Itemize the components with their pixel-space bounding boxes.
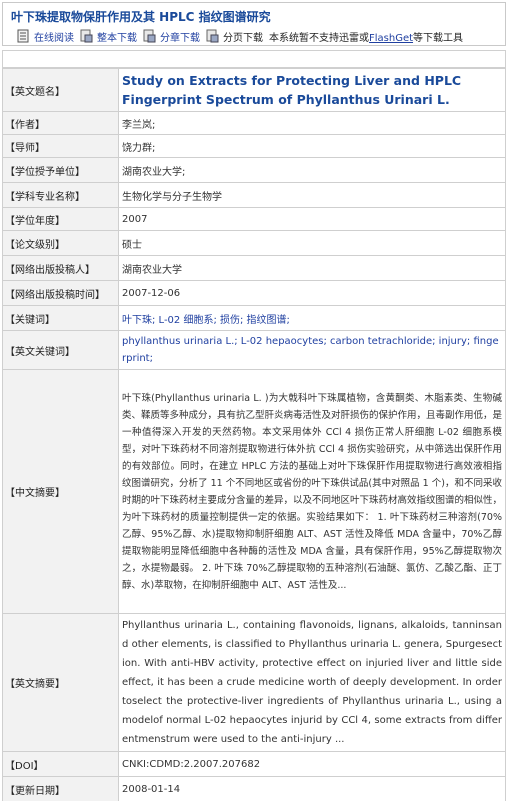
chapter-download-button[interactable]: 分章下载	[143, 29, 200, 44]
document-icon	[17, 29, 29, 43]
table-row: 【英文摘要】 Phyllanthus urinaria L., containi…	[2, 613, 506, 752]
full-download-button[interactable]: 整本下载	[80, 29, 137, 44]
divider-bar	[2, 50, 506, 68]
full-download-label: 整本下载	[97, 32, 137, 44]
table-row: 【关键词】 叶下珠; L-02 细胞系; 损伤; 指纹图谱;	[2, 305, 506, 331]
field-label: 【学科专业名称】	[2, 182, 119, 208]
field-label: 【作者】	[2, 111, 119, 135]
field-label: 【导师】	[2, 134, 119, 158]
submitter-value: 湖南农业大学	[118, 255, 506, 281]
download-icon	[80, 29, 93, 43]
degree-unit-value: 湖南农业大学;	[118, 157, 506, 183]
page-download-button[interactable]: 分页下载	[206, 29, 263, 44]
field-label: 【学位年度】	[2, 207, 119, 231]
field-label: 【英文关键词】	[2, 330, 119, 370]
article-header: 叶下珠提取物保肝作用及其 HPLC 指纹图谱研究 在线阅读 整本下载 分章下载	[2, 2, 506, 46]
notice-prefix: 本系统暂不支持迅雷或	[269, 32, 369, 44]
english-title-value: Study on Extracts for Protecting Liver a…	[118, 68, 506, 112]
download-icon	[206, 29, 219, 43]
field-label: 【英文题名】	[2, 68, 119, 112]
table-row: 【网络出版投稿时间】 2007-12-06	[2, 280, 506, 306]
degree-year-value: 2007	[118, 207, 506, 231]
field-label: 【关键词】	[2, 305, 119, 331]
flashget-link[interactable]: FlashGet	[369, 33, 413, 44]
chapter-download-label: 分章下载	[160, 32, 200, 44]
field-label: 【DOI】	[2, 751, 119, 777]
submit-time-value: 2007-12-06	[118, 280, 506, 306]
author-value: 李兰岚;	[118, 111, 506, 135]
chinese-abstract-value: 叶下珠(Phyllanthus urinaria L. )为大戟科叶下珠属植物，…	[118, 369, 506, 614]
advisor-value: 饶力群;	[118, 134, 506, 158]
table-row: 【论文级别】 硕士	[2, 230, 506, 256]
page-title: 叶下珠提取物保肝作用及其 HPLC 指纹图谱研究	[11, 10, 271, 24]
download-icon	[143, 29, 156, 43]
doi-value: CNKI:CDMD:2.2007.207682	[118, 751, 506, 777]
online-read-label: 在线阅读	[34, 32, 74, 44]
field-label: 【更新日期】	[2, 776, 119, 801]
table-row: 【更新日期】 2008-01-14	[2, 776, 506, 801]
field-label: 【网络出版投稿人】	[2, 255, 119, 281]
field-label: 【论文级别】	[2, 230, 119, 256]
field-label: 【英文摘要】	[2, 613, 119, 752]
table-row: 【英文关键词】 phyllanthus urinaria L.; L-02 he…	[2, 330, 506, 370]
field-label: 【学位授予单位】	[2, 157, 119, 183]
metadata-table: 【英文题名】 Study on Extracts for Protecting …	[2, 68, 506, 801]
table-row: 【DOI】 CNKI:CDMD:2.2007.207682	[2, 751, 506, 777]
page-download-label: 分页下载	[223, 32, 263, 44]
thesis-level-value: 硕士	[118, 230, 506, 256]
notice-suffix: 等下载工具	[413, 32, 464, 44]
table-row: 【导师】 饶力群;	[2, 134, 506, 158]
table-row: 【学科专业名称】 生物化学与分子生物学	[2, 182, 506, 208]
field-label: 【中文摘要】	[2, 369, 119, 614]
online-read-button[interactable]: 在线阅读	[17, 29, 74, 44]
english-keywords-value[interactable]: phyllanthus urinaria L.; L-02 hepaocytes…	[118, 330, 506, 370]
download-toolbar: 在线阅读 整本下载 分章下载 分页下载 本系统暂不支持迅雷或FlashGet等下…	[17, 28, 463, 44]
table-row: 【中文摘要】 叶下珠(Phyllanthus urinaria L. )为大戟科…	[2, 369, 506, 614]
update-date-value: 2008-01-14	[118, 776, 506, 801]
table-row: 【网络出版投稿人】 湖南农业大学	[2, 255, 506, 281]
field-label: 【网络出版投稿时间】	[2, 280, 119, 306]
table-row: 【学位年度】 2007	[2, 207, 506, 231]
keywords-value[interactable]: 叶下珠; L-02 细胞系; 损伤; 指纹图谱;	[118, 305, 506, 331]
major-value: 生物化学与分子生物学	[118, 182, 506, 208]
english-abstract-value: Phyllanthus urinaria L., containing flav…	[118, 613, 506, 752]
table-row: 【学位授予单位】 湖南农业大学;	[2, 157, 506, 183]
table-row: 【英文题名】 Study on Extracts for Protecting …	[2, 68, 506, 112]
table-row: 【作者】 李兰岚;	[2, 111, 506, 135]
download-notice: 本系统暂不支持迅雷或FlashGet等下载工具	[269, 29, 463, 44]
